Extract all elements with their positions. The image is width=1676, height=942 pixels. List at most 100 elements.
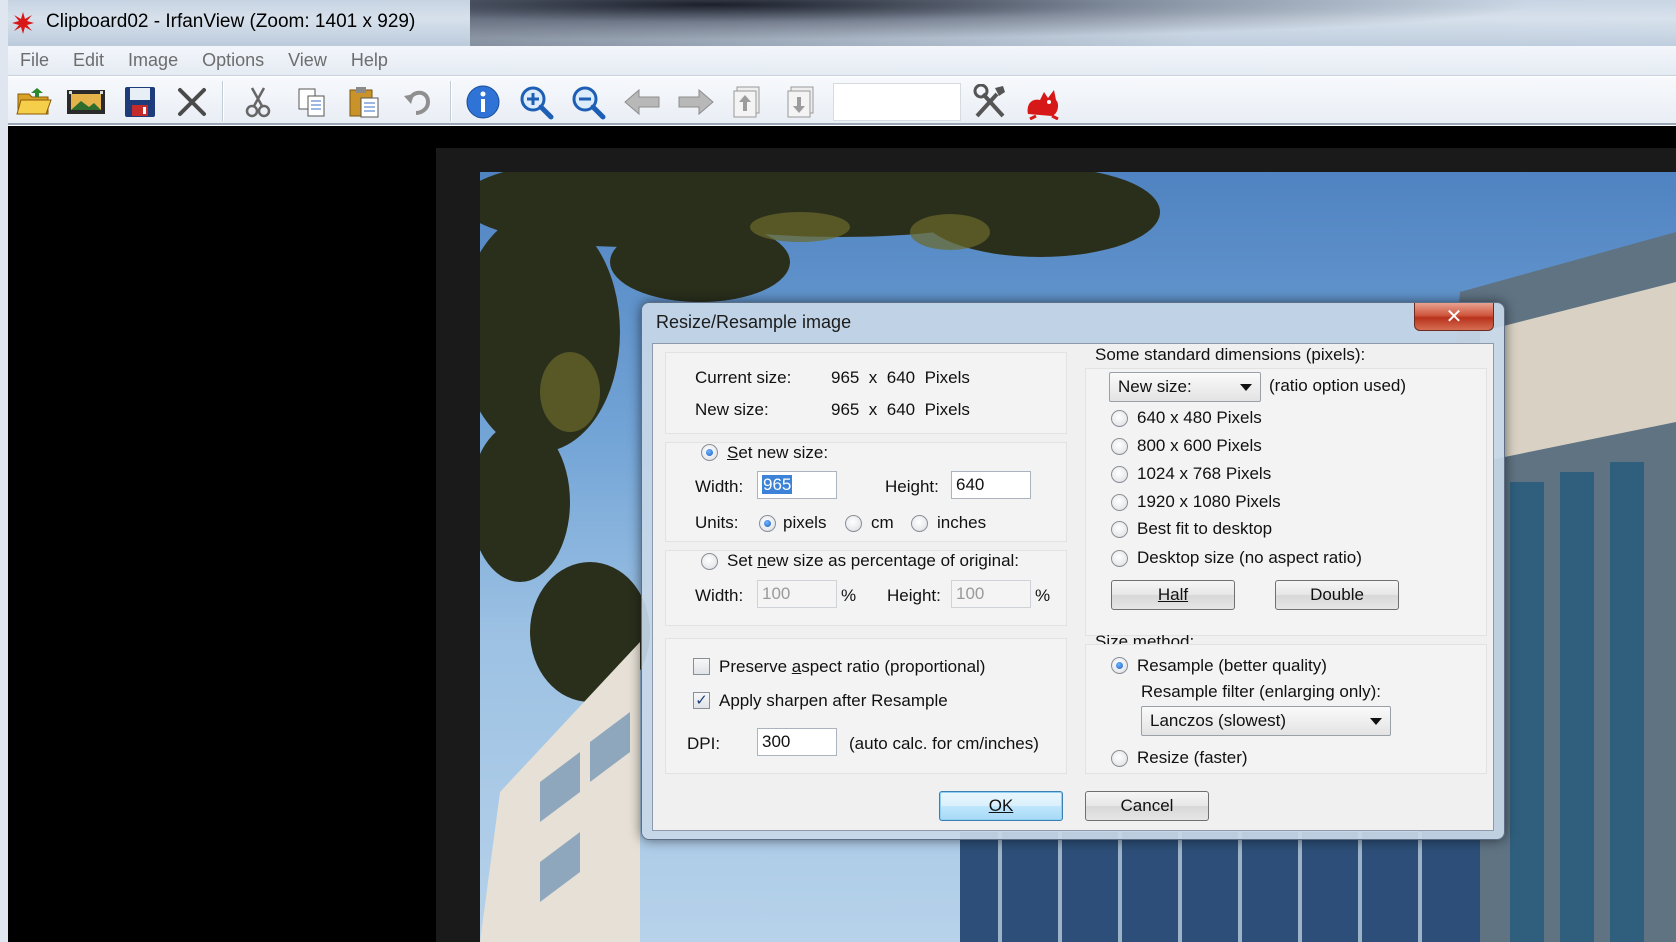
- menu-view[interactable]: View: [288, 50, 327, 71]
- set-new-size-label-rest: et new size:: [738, 443, 829, 462]
- resample-filter-value: Lanczos (slowest): [1150, 711, 1287, 730]
- percent-width-input[interactable]: 100: [757, 580, 837, 608]
- apply-sharpen-checkbox[interactable]: ✓: [693, 692, 710, 709]
- resample-radio[interactable]: [1111, 657, 1128, 674]
- menu-file[interactable]: File: [20, 50, 49, 71]
- dim-640x480-radio[interactable]: [1111, 410, 1128, 427]
- delete-icon[interactable]: [172, 83, 212, 121]
- units-inches-radio[interactable]: [911, 515, 928, 532]
- close-icon: ✕: [1445, 306, 1463, 328]
- percent-height-input[interactable]: 100: [951, 580, 1031, 608]
- set-percentage-label: Set new size as percentage of original:: [727, 551, 1019, 571]
- toolbar-input-field[interactable]: [833, 83, 961, 121]
- undo-icon[interactable]: [398, 83, 438, 121]
- menu-image[interactable]: Image: [128, 50, 178, 71]
- best-fit-desktop-label: Best fit to desktop: [1137, 519, 1273, 538]
- resize-label: Resize (faster): [1137, 748, 1248, 767]
- current-size-value: 965 x 640 Pixels: [831, 368, 970, 387]
- dpi-note: (auto calc. for cm/inches): [849, 734, 1039, 753]
- set-percentage-label-pre: Set: [727, 551, 758, 570]
- dim-1920x1080-radio[interactable]: [1111, 494, 1128, 511]
- dim-1024x768-label: 1024 x 768 Pixels: [1137, 464, 1272, 483]
- window-left-border: [0, 0, 8, 942]
- window-title: Clipboard02 - IrfanView (Zoom: 1401 x 92…: [46, 11, 416, 32]
- zoom-in-icon[interactable]: [516, 83, 556, 121]
- percent-height-label: Height:: [887, 586, 941, 605]
- menu-options[interactable]: Options: [202, 50, 264, 71]
- cancel-button-label: Cancel: [1120, 796, 1174, 815]
- units-inches-label: inches: [937, 513, 987, 532]
- set-new-size-radio[interactable]: [701, 444, 718, 461]
- paste-icon[interactable]: [344, 83, 384, 121]
- info-icon[interactable]: [463, 83, 503, 121]
- resize-radio[interactable]: [1111, 750, 1128, 767]
- new-size-label: New size:: [695, 400, 769, 419]
- ok-button-label: OK: [988, 796, 1014, 815]
- irfanview-cat-icon[interactable]: [1022, 83, 1062, 121]
- page-up-icon[interactable]: [728, 83, 768, 121]
- settings-icon[interactable]: [970, 83, 1010, 121]
- desktop-size-radio[interactable]: [1111, 550, 1128, 567]
- menu-bar: File Edit Image Options View Help: [8, 46, 1676, 76]
- width-label: Width:: [695, 477, 744, 496]
- set-percentage-mnemonic: n: [757, 551, 767, 570]
- next-icon[interactable]: [676, 83, 716, 121]
- page-down-icon[interactable]: [782, 83, 822, 121]
- double-button[interactable]: Double: [1275, 580, 1399, 610]
- height-label: Height:: [885, 477, 939, 496]
- units-pixels-radio[interactable]: [759, 515, 776, 532]
- copy-icon[interactable]: [292, 83, 332, 121]
- current-size-label: Current size:: [695, 368, 792, 387]
- cut-icon[interactable]: [238, 83, 278, 121]
- preserve-aspect-checkbox[interactable]: [693, 658, 710, 675]
- dialog-close-button[interactable]: ✕: [1414, 303, 1494, 331]
- dim-640x480-label: 640 x 480 Pixels: [1137, 408, 1262, 427]
- cancel-button[interactable]: Cancel: [1085, 791, 1209, 821]
- dim-800x600-label: 800 x 600 Pixels: [1137, 436, 1262, 455]
- percent-width-sign: %: [841, 586, 857, 605]
- best-fit-desktop-radio[interactable]: [1111, 521, 1128, 538]
- menu-help[interactable]: Help: [351, 50, 388, 71]
- toolbar-separator: [450, 81, 452, 121]
- menu-edit[interactable]: Edit: [73, 50, 104, 71]
- resample-label: Resample (better quality): [1137, 656, 1327, 675]
- half-button[interactable]: Half: [1111, 580, 1235, 610]
- width-input[interactable]: 965: [757, 471, 837, 499]
- new-size-combo[interactable]: New size:: [1109, 372, 1261, 402]
- zoom-out-icon[interactable]: [568, 83, 608, 121]
- resample-filter-combo[interactable]: Lanczos (slowest): [1141, 706, 1391, 736]
- save-icon[interactable]: [120, 83, 160, 121]
- units-pixels-label: pixels: [783, 513, 827, 532]
- preserve-aspect-label-pre: Preserve: [719, 657, 792, 676]
- title-bar: Clipboard02 - IrfanView (Zoom: 1401 x 92…: [0, 0, 1676, 46]
- set-percentage-radio[interactable]: [701, 553, 718, 570]
- set-percentage-label-rest: ew size as percentage of original:: [766, 551, 1020, 570]
- toolbar-separator: [222, 81, 224, 121]
- units-cm-label: cm: [871, 513, 894, 532]
- resample-filter-label: Resample filter (enlarging only):: [1141, 682, 1381, 701]
- preserve-aspect-mnemonic: a: [791, 657, 802, 676]
- height-input[interactable]: 640: [951, 471, 1031, 499]
- previous-icon[interactable]: [622, 83, 662, 121]
- percent-height-sign: %: [1035, 586, 1051, 605]
- irfanview-app-icon: [12, 12, 34, 34]
- ratio-option-note: (ratio option used): [1269, 376, 1407, 395]
- new-size-combo-value: New size:: [1118, 377, 1192, 396]
- open-folder-icon[interactable]: [14, 83, 54, 121]
- double-button-label: Double: [1310, 585, 1364, 604]
- width-input-value: 965: [762, 475, 793, 494]
- apply-sharpen-label: Apply sharpen after Resample: [719, 691, 948, 710]
- dim-1024x768-radio[interactable]: [1111, 466, 1128, 483]
- dialog-title: Resize/Resample image: [656, 312, 852, 332]
- dialog-body: Current size: 965 x 640 Pixels New size:…: [652, 343, 1494, 831]
- dim-800x600-radio[interactable]: [1111, 438, 1128, 455]
- units-cm-radio[interactable]: [845, 515, 862, 532]
- resize-resample-dialog: Resize/Resample image ✕ Current size: 96…: [641, 302, 1505, 840]
- percent-width-label: Width:: [695, 586, 744, 605]
- dpi-label: DPI:: [687, 734, 721, 753]
- chevron-down-icon: [1370, 718, 1382, 725]
- ok-button[interactable]: OK: [939, 791, 1063, 821]
- set-new-size-label: Set new size:: [727, 443, 828, 463]
- dpi-input[interactable]: 300: [757, 728, 837, 756]
- slideshow-icon[interactable]: [66, 83, 106, 121]
